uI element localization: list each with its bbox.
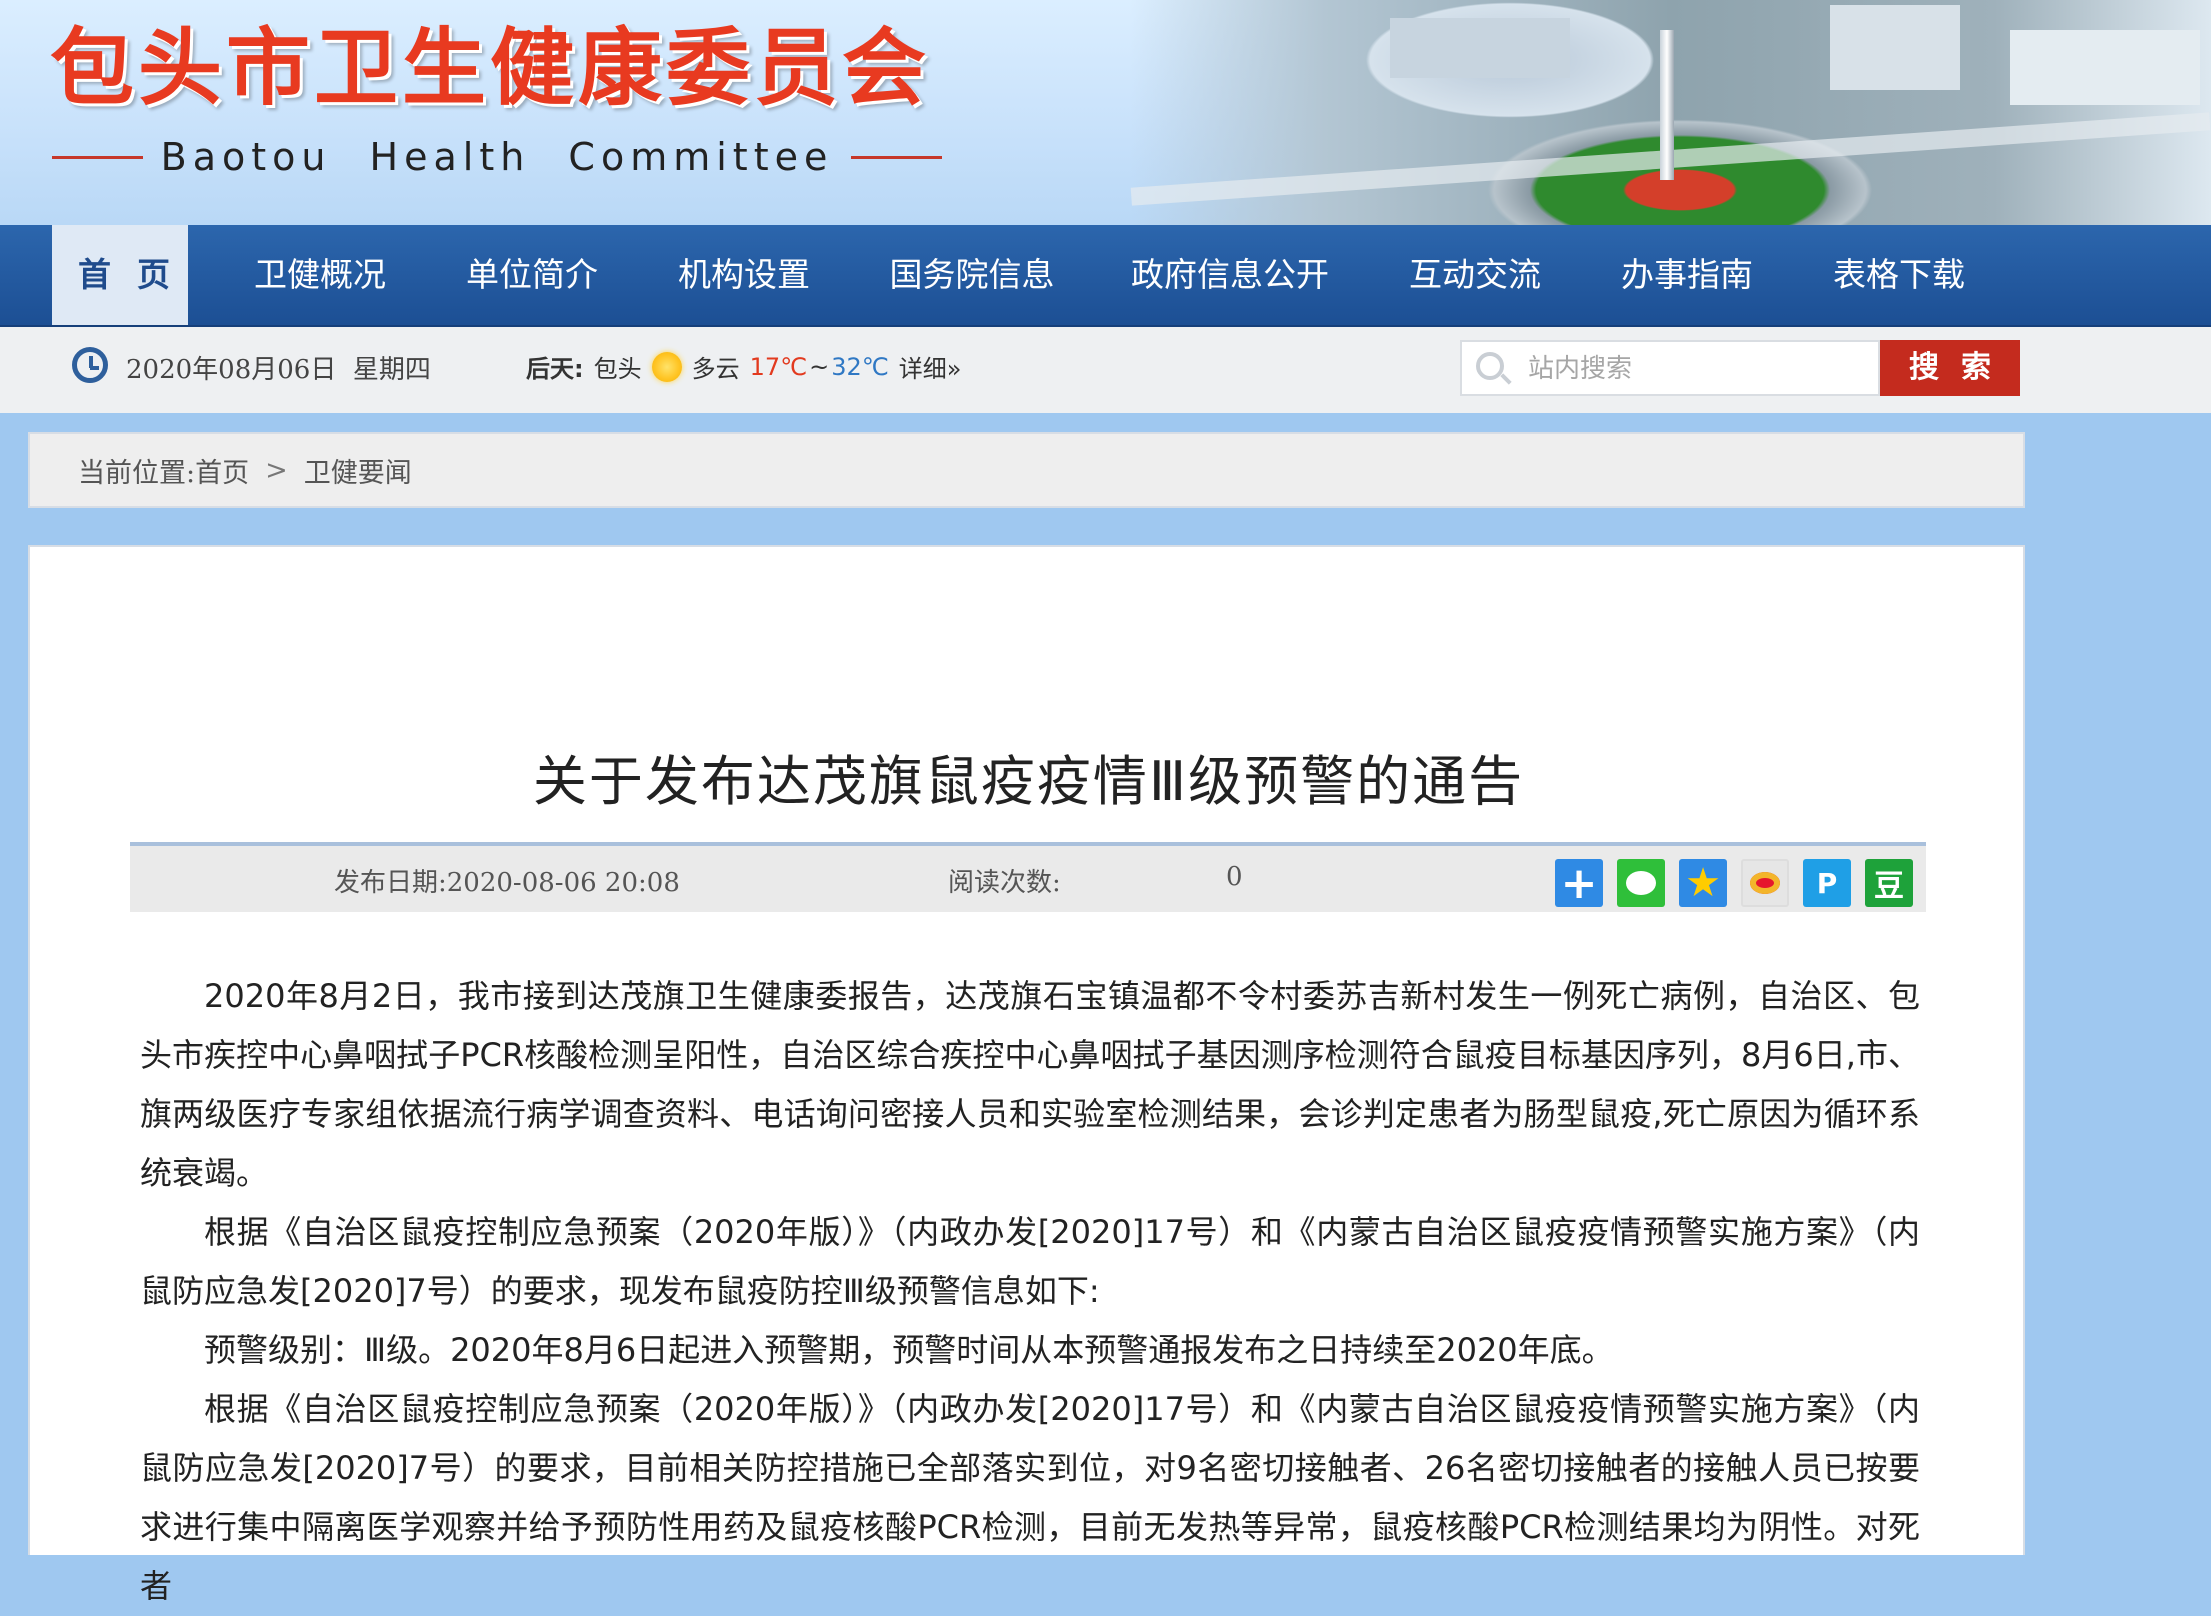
wechat-icon[interactable] <box>1617 859 1665 907</box>
read-count-label: 阅读次数: <box>948 868 1061 898</box>
weather-detail-link[interactable]: 详细» <box>899 349 962 384</box>
article-paragraph: 预警级别：Ⅲ级。2020年8月6日起进入预警期，预警时间从本预警通报发布之日持续… <box>204 1331 1614 1369</box>
site-header-banner: 包头市卫生健康委员会 Baotou Health Committee <box>0 0 2211 225</box>
qzone-icon[interactable]: ★ <box>1679 859 1727 907</box>
temperature-high: 32℃ <box>831 352 889 381</box>
nav-item-downloads[interactable]: 表格下载 <box>1819 225 1979 325</box>
cloudy-sun-icon <box>651 351 682 382</box>
building-shape <box>1390 18 1570 78</box>
article-panel: 关于发布达茂旗鼠疫疫情Ⅲ级预警的通告 发布日期:2020-08-06 20:08… <box>28 545 2025 1605</box>
nav-item-guide[interactable]: 办事指南 <box>1607 225 1767 325</box>
site-logo-subtitle: Baotou Health Committee <box>52 133 942 181</box>
article-paragraph: 根据《自治区鼠疫控制应急预案（2020年版）》（内政办发[2020]17号）和《… <box>140 1390 1920 1605</box>
temperature-tilde: ~ <box>809 352 830 381</box>
weekday-text: 星期四 <box>352 355 431 385</box>
breadcrumb-home-link[interactable]: 首页 <box>195 451 249 490</box>
article-title: 关于发布达茂旗鼠疫疫情Ⅲ级预警的通告 <box>532 750 1525 813</box>
main-navigation: 首页 卫健概况 单位简介 机构设置 国务院信息 政府信息公开 互动交流 办事指南… <box>0 225 2211 327</box>
nav-item-state-council[interactable]: 国务院信息 <box>876 225 1068 325</box>
nav-item-gov-info[interactable]: 政府信息公开 <box>1120 225 1340 325</box>
read-count-value: 0 <box>1226 862 1243 892</box>
logo-divider-left <box>52 155 143 159</box>
article-body: 2020年8月2日，我市接到达茂旗卫生健康委报告，达茂旗石宝镇温都不令村委苏吉新… <box>140 967 1920 1616</box>
building-shape <box>2010 30 2200 105</box>
publish-date-value: 2020-08-06 20:08 <box>446 868 680 898</box>
search-icon <box>1476 352 1504 380</box>
publish-date: 发布日期:2020-08-06 20:08 <box>334 862 680 899</box>
temperature-range: 17℃ ~ 32℃ <box>750 353 889 381</box>
nav-item-interaction[interactable]: 互动交流 <box>1395 225 1555 325</box>
breadcrumb-current-link[interactable]: 卫健要闻 <box>304 451 412 490</box>
douban-icon[interactable]: 豆 <box>1865 859 1913 907</box>
temperature-low: 17℃ <box>749 352 808 381</box>
clock-icon <box>72 347 108 383</box>
logo-divider-right <box>851 155 942 159</box>
site-logo-english: Baotou Health Committee <box>160 135 834 179</box>
weibo-icon[interactable] <box>1741 859 1789 907</box>
info-bar: 2020年08月06日 星期四 后天: 包头 多云 17℃ ~ 32℃ 详细» … <box>0 327 2211 413</box>
weather-city: 包头 <box>593 355 642 383</box>
search-box <box>1460 340 1880 396</box>
date-text: 2020年08月06日 <box>126 355 337 385</box>
article-paragraph: 2020年8月2日，我市接到达茂旗卫生健康委报告，达茂旗石宝镇温都不令村委苏吉新… <box>140 977 1920 1192</box>
site-logo-title[interactable]: 包头市卫生健康委员会 <box>50 18 930 118</box>
breadcrumb: 当前位置: 首页 > 卫健要闻 <box>28 432 2025 508</box>
breadcrumb-prefix: 当前位置: <box>78 457 196 489</box>
publish-date-label: 发布日期: <box>334 868 447 898</box>
weather-day-label: 后天: <box>526 355 584 383</box>
article-meta-bar: 发布日期:2020-08-06 20:08 阅读次数: 0 + ★ P 豆 <box>130 842 1926 912</box>
monument-tower-shape <box>1660 30 1674 180</box>
nav-item-unit-intro[interactable]: 单位简介 <box>452 225 612 325</box>
search-input[interactable] <box>1526 348 1870 390</box>
nav-item-home[interactable]: 首页 <box>52 225 188 325</box>
nav-item-organization[interactable]: 机构设置 <box>664 225 824 325</box>
weather-condition: 多云 <box>691 355 740 383</box>
share-toolbar: + ★ P 豆 <box>1555 858 1913 909</box>
building-shape <box>1830 5 1960 90</box>
article-paragraph: 根据《自治区鼠疫控制应急预案（2020年版）》（内政办发[2020]17号）和《… <box>140 1213 1920 1310</box>
nav-item-overview[interactable]: 卫健概况 <box>240 225 400 325</box>
weather-widget: 后天: 包头 多云 17℃ ~ 32℃ 详细» <box>526 349 961 384</box>
city-skyline-image <box>1130 0 2211 225</box>
tencent-weibo-icon[interactable]: P <box>1803 859 1851 907</box>
current-date: 2020年08月06日 星期四 <box>126 349 431 386</box>
search-button[interactable]: 搜索 <box>1880 340 2020 396</box>
more-share-icon[interactable]: + <box>1555 858 1603 909</box>
breadcrumb-separator: > <box>265 454 288 486</box>
